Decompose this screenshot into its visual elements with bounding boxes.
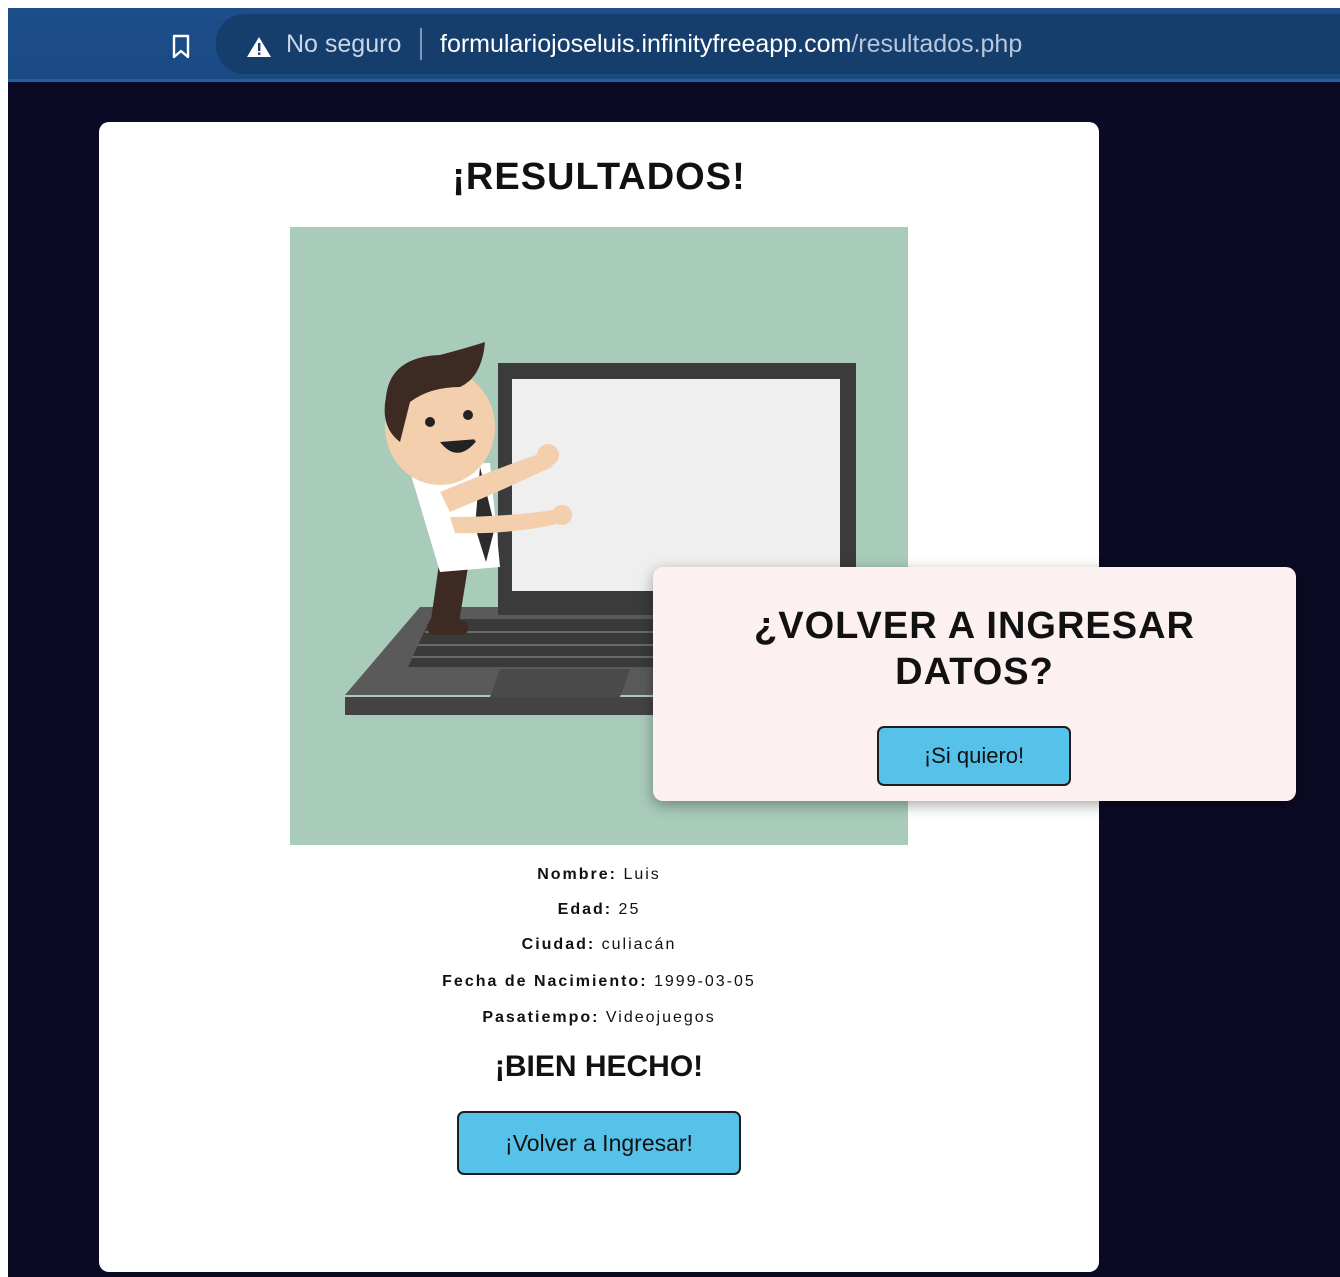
popup-title-line1: ¿VOLVER A INGRESAR (754, 605, 1195, 647)
security-status[interactable]: No seguro (286, 30, 401, 59)
page-title: ¡RESULTADOS! (452, 156, 746, 198)
field-fecha-nacimiento: Fecha de Nacimiento: 1999-03-05 (99, 973, 1099, 991)
field-nombre: Nombre: Luis (99, 866, 1099, 884)
field-label: Fecha de Nacimiento: (442, 973, 648, 990)
field-label: Pasatiempo: (482, 1009, 600, 1026)
success-message: ¡BIEN HECHO! (494, 1050, 704, 1083)
field-value: Videojuegos (605, 1009, 716, 1026)
field-value: culiacán (601, 936, 677, 953)
bookmark-icon[interactable] (164, 30, 198, 64)
field-pasatiempo: Pasatiempo: Videojuegos (99, 1009, 1099, 1027)
url-domain: formulariojoseluis.infinityfreeapp.com (440, 30, 852, 58)
field-value: Luis (623, 866, 661, 883)
browser-toolbar: No seguro formulariojoseluis.infinityfre… (8, 8, 1340, 82)
confirm-reenter-button[interactable]: ¡Si quiero! (877, 726, 1071, 786)
url-text[interactable]: formulariojoseluis.infinityfreeapp.com/r… (440, 30, 1022, 59)
popup-title: ¿VOLVER A INGRESAR DATOS? (653, 603, 1296, 695)
back-to-form-button[interactable]: ¡Volver a Ingresar! (457, 1111, 741, 1175)
field-label: Nombre: (537, 866, 617, 883)
url-path: /resultados.php (851, 30, 1023, 58)
field-value: 25 (618, 901, 641, 918)
field-value: 1999-03-05 (653, 973, 756, 990)
field-ciudad: Ciudad: culiacán (99, 936, 1099, 954)
address-bar[interactable]: No seguro formulariojoseluis.infinityfre… (216, 14, 1340, 74)
field-edad: Edad: 25 (99, 901, 1099, 919)
popup-title-line2: DATOS? (895, 651, 1054, 693)
warning-icon[interactable] (246, 36, 272, 58)
address-divider (420, 28, 422, 60)
field-label: Edad: (557, 901, 613, 918)
reenter-data-popup: ¿VOLVER A INGRESAR DATOS? ¡Si quiero! (653, 567, 1296, 801)
field-label: Ciudad: (521, 936, 596, 953)
